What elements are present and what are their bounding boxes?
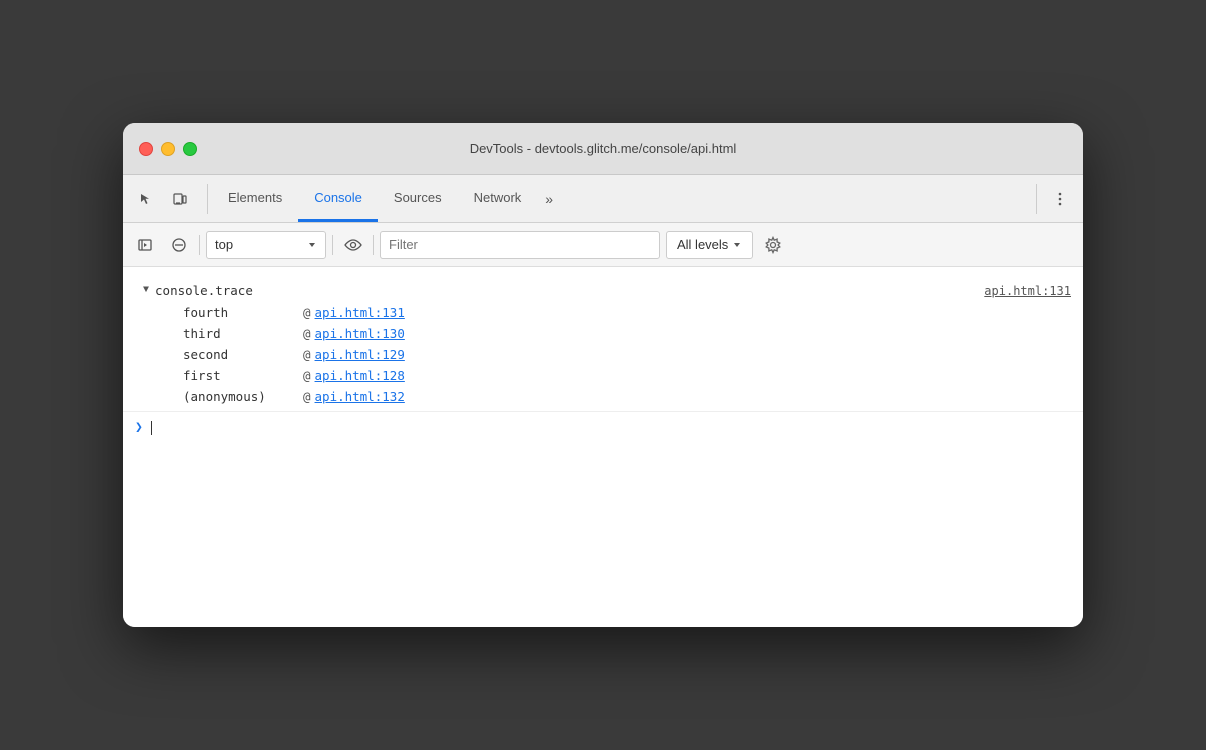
filter-input[interactable] <box>389 237 651 252</box>
trace-row-4: (anonymous) @ api.html:132 <box>123 386 1083 407</box>
trace-func-2: second <box>183 347 303 362</box>
trace-link-1[interactable]: api.html:130 <box>315 326 405 341</box>
trace-link-0[interactable]: api.html:131 <box>315 305 405 320</box>
filter-input-wrapper[interactable] <box>380 231 660 259</box>
device-toolbar-button[interactable] <box>165 184 195 214</box>
tab-elements[interactable]: Elements <box>212 175 298 222</box>
trace-link-4[interactable]: api.html:132 <box>315 389 405 404</box>
inspect-element-button[interactable] <box>131 184 161 214</box>
more-options-button[interactable] <box>1045 184 1075 214</box>
settings-button[interactable] <box>759 231 787 259</box>
sidebar-toggle-button[interactable] <box>131 231 159 259</box>
trace-group: ▼ console.trace api.html:131 fourth @ ap… <box>123 275 1083 411</box>
trace-at-0: @ <box>303 305 311 320</box>
close-button[interactable] <box>139 142 153 156</box>
trace-func-0: fourth <box>183 305 303 320</box>
trace-at-2: @ <box>303 347 311 362</box>
tab-bar-right-controls <box>1036 184 1075 214</box>
trace-row-3: first @ api.html:128 <box>123 365 1083 386</box>
console-prompt-icon: ❯ <box>135 420 143 435</box>
console-input-row: ❯ <box>123 411 1083 443</box>
tab-bar-left-controls <box>131 184 208 214</box>
trace-row-1: third @ api.html:130 <box>123 323 1083 344</box>
trace-at-1: @ <box>303 326 311 341</box>
tab-sources[interactable]: Sources <box>378 175 458 222</box>
trace-label: console.trace <box>155 283 253 298</box>
toolbar-divider-1 <box>199 235 200 255</box>
console-cursor <box>151 421 152 435</box>
trace-at-3: @ <box>303 368 311 383</box>
trace-row-0: fourth @ api.html:131 <box>123 302 1083 323</box>
trace-at-4: @ <box>303 389 311 404</box>
trace-row-2: second @ api.html:129 <box>123 344 1083 365</box>
traffic-lights <box>139 142 197 156</box>
trace-func-4: (anonymous) <box>183 389 303 404</box>
trace-header-left: ▼ console.trace <box>143 283 253 298</box>
devtools-window: DevTools - devtools.glitch.me/console/ap… <box>123 123 1083 627</box>
context-selector[interactable]: top <box>206 231 326 259</box>
console-output: ▼ console.trace api.html:131 fourth @ ap… <box>123 267 1083 627</box>
maximize-button[interactable] <box>183 142 197 156</box>
minimize-button[interactable] <box>161 142 175 156</box>
console-toolbar: top All levels <box>123 223 1083 267</box>
tab-console[interactable]: Console <box>298 175 378 222</box>
trace-link-3[interactable]: api.html:128 <box>315 368 405 383</box>
toolbar-divider-2 <box>332 235 333 255</box>
main-tabs: Elements Console Sources Network » <box>212 175 1036 222</box>
trace-link-2[interactable]: api.html:129 <box>315 347 405 362</box>
title-bar: DevTools - devtools.glitch.me/console/ap… <box>123 123 1083 175</box>
toolbar-divider-3 <box>373 235 374 255</box>
window-title: DevTools - devtools.glitch.me/console/ap… <box>470 141 737 156</box>
clear-console-button[interactable] <box>165 231 193 259</box>
trace-header[interactable]: ▼ console.trace api.html:131 <box>123 279 1083 302</box>
trace-header-location[interactable]: api.html:131 <box>984 284 1071 298</box>
trace-func-1: third <box>183 326 303 341</box>
live-expressions-button[interactable] <box>339 231 367 259</box>
trace-func-3: first <box>183 368 303 383</box>
tab-network[interactable]: Network <box>458 175 538 222</box>
tab-more-button[interactable]: » <box>537 175 561 222</box>
log-levels-button[interactable]: All levels <box>666 231 753 259</box>
expand-triangle-icon: ▼ <box>143 285 149 296</box>
tab-bar: Elements Console Sources Network » <box>123 175 1083 223</box>
